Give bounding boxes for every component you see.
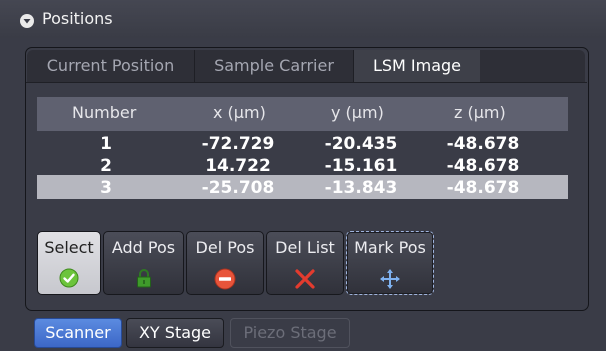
del-list-label: Del List [275, 238, 335, 257]
xy-stage-button[interactable]: XY Stage [126, 318, 224, 348]
tab-sample-carrier[interactable]: Sample Carrier [195, 50, 354, 82]
cell-y: -13.843 [324, 178, 398, 198]
cell-x: -72.729 [201, 134, 275, 154]
minus-circle-icon [214, 268, 236, 294]
cell-x: 14.722 [205, 156, 271, 176]
tab-divider [26, 82, 587, 83]
tab-strip-fill [480, 50, 585, 82]
column-header-x[interactable]: x (µm) [213, 103, 266, 122]
checkmark-icon [59, 268, 79, 292]
cell-z: -48.678 [446, 134, 520, 154]
cell-z: -48.678 [446, 178, 520, 198]
tab-current-position[interactable]: Current Position [27, 50, 195, 82]
cell-number: 1 [100, 134, 112, 154]
cell-number: 3 [100, 178, 112, 198]
mark-pos-label: Mark Pos [354, 238, 426, 257]
move-arrows-icon [379, 268, 401, 294]
scanner-button[interactable]: Scanner [34, 318, 122, 348]
piezo-stage-button[interactable]: Piezo Stage [230, 318, 350, 348]
cell-x: -25.708 [201, 178, 275, 198]
column-header-z[interactable]: z (µm) [454, 103, 506, 122]
lock-icon [136, 268, 152, 292]
cell-y: -15.161 [324, 156, 398, 176]
cell-z: -48.678 [446, 156, 520, 176]
positions-panel: Positions Current Position Sample Carrie… [0, 0, 606, 351]
x-icon [294, 268, 316, 294]
cell-number: 2 [100, 156, 112, 176]
select-button[interactable]: Select [37, 231, 101, 295]
del-list-button[interactable]: Del List [266, 231, 344, 295]
add-pos-button[interactable]: Add Pos [103, 231, 184, 295]
cell-y: -20.435 [324, 134, 398, 154]
column-header-number[interactable]: Number [72, 103, 136, 122]
del-pos-label: Del Pos [195, 238, 255, 257]
del-pos-button[interactable]: Del Pos [186, 231, 264, 295]
column-header-y[interactable]: y (µm) [331, 103, 384, 122]
panel-header[interactable]: Positions [0, 0, 606, 38]
collapse-chevron-icon[interactable] [20, 14, 34, 28]
tab-lsm-image[interactable]: LSM Image [354, 50, 480, 82]
select-label: Select [44, 238, 94, 257]
add-pos-label: Add Pos [111, 238, 176, 257]
panel-title: Positions [42, 9, 113, 28]
mark-pos-button[interactable]: Mark Pos [346, 231, 434, 295]
